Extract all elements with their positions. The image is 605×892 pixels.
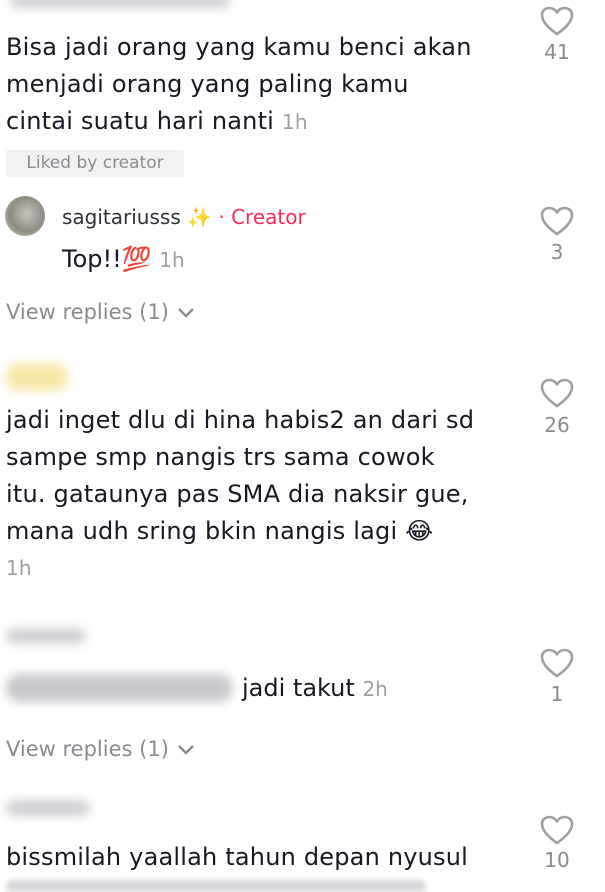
creator-label: · Creator: [218, 205, 306, 229]
chevron-down-icon: [177, 308, 194, 318]
blurred-username: [6, 363, 68, 391]
comment-line: mana udh sring bkin nangis lagi 😂: [6, 517, 434, 545]
comment-line: Bisa jadi orang yang kamu benci akan: [6, 33, 472, 61]
like-heart-icon[interactable]: [540, 206, 574, 236]
comment-text: bissmilah yaallah tahun depan nyusul: [6, 839, 526, 876]
comment-header: sagitariusss ✨ · Creator: [62, 205, 306, 229]
blurred-mention: [6, 674, 232, 702]
comment-text: jadi inget dlu di hina habis2 an dari sd…: [6, 402, 526, 587]
comment-time: 1h: [6, 556, 32, 580]
like-heart-icon[interactable]: [540, 815, 574, 845]
like-count: 1: [550, 682, 564, 706]
blurred-username: [6, 800, 90, 816]
comment-line: bissmilah yaallah tahun depan nyusul: [6, 843, 469, 871]
like-count: 3: [550, 240, 564, 264]
comment-time: 1h: [281, 110, 308, 134]
blurred-username: [10, 0, 230, 8]
comment-line: cintai suatu hari nanti 1h: [6, 107, 308, 135]
comment-time: 1h: [159, 248, 185, 272]
username[interactable]: sagitariusss: [62, 205, 181, 229]
comment-line: sampe smp nangis trs sama cowok: [6, 443, 435, 471]
comment-line: itu. gataunya pas SMA dia naksir gue,: [6, 480, 469, 508]
comment-line: menjadi orang yang paling kamu: [6, 70, 409, 98]
comment-line: jadi inget dlu di hina habis2 an dari sd: [6, 406, 475, 434]
view-replies-button[interactable]: View replies (1): [6, 300, 196, 324]
comment-text: Top!!💯 1h: [62, 245, 185, 273]
view-replies-button[interactable]: View replies (1): [6, 737, 196, 761]
chevron-down-icon: [177, 745, 194, 755]
like-heart-icon[interactable]: [540, 6, 574, 36]
sparkles-icon: ✨: [187, 205, 213, 229]
blurred-username: [6, 628, 86, 644]
like-heart-icon[interactable]: [540, 378, 574, 408]
like-count: 26: [544, 413, 570, 437]
like-heart-icon[interactable]: [540, 648, 574, 678]
blurred-cutoff-text: [6, 880, 426, 892]
liked-by-creator-badge: Liked by creator: [6, 150, 184, 177]
comment-time: 2h: [362, 677, 388, 701]
comment-text: Bisa jadi orang yang kamu benci akan men…: [6, 29, 526, 141]
comment-text: jadi takut 2h: [242, 674, 388, 702]
like-count: 10: [544, 848, 570, 872]
like-count: 41: [544, 40, 570, 64]
avatar[interactable]: [5, 196, 45, 236]
